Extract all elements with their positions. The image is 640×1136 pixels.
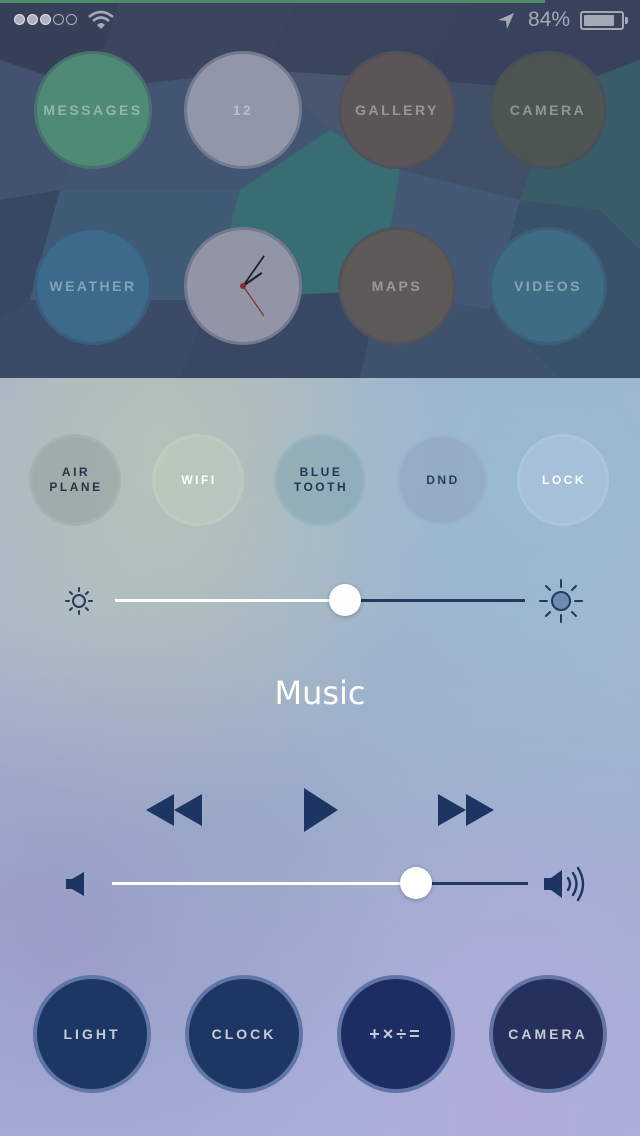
status-progress-line bbox=[0, 0, 545, 3]
app-videos[interactable]: VIDEOS bbox=[489, 227, 607, 345]
location-arrow-icon bbox=[498, 13, 514, 29]
app-label: GALLERY bbox=[355, 102, 439, 118]
calculator-button[interactable]: +×÷= bbox=[337, 975, 455, 1093]
do-not-disturb-toggle[interactable]: DND bbox=[396, 434, 488, 526]
volume-slider-thumb[interactable] bbox=[399, 867, 432, 899]
control-center: AIR PLANE WIFI BLUE TOOTH DND LOCK Music… bbox=[0, 378, 640, 1136]
app-messages[interactable]: MESSAGES bbox=[34, 51, 152, 169]
toggle-label: WIFI bbox=[181, 472, 217, 487]
volume-low-icon bbox=[66, 872, 84, 896]
shortcut-label: CAMERA bbox=[508, 1026, 588, 1042]
toggle-label: DND bbox=[426, 472, 460, 487]
camera-shortcut-button[interactable]: CAMERA bbox=[489, 975, 607, 1093]
status-bar: 84% bbox=[0, 0, 640, 40]
app-camera[interactable]: CAMERA bbox=[489, 51, 607, 169]
wifi-toggle[interactable]: WIFI bbox=[152, 434, 244, 526]
calendar-date: 12 bbox=[232, 102, 254, 118]
app-label: MAPS bbox=[371, 278, 423, 294]
shortcut-label: LIGHT bbox=[63, 1026, 121, 1042]
brightness-slider-thumb[interactable] bbox=[328, 584, 361, 616]
app-maps[interactable]: MAPS bbox=[338, 227, 456, 345]
toggle-label: AIR PLANE bbox=[49, 465, 103, 494]
rotation-lock-toggle[interactable]: LOCK bbox=[517, 434, 609, 526]
brightness-high-icon bbox=[539, 579, 583, 623]
toggle-label: BLUE TOOTH bbox=[293, 465, 349, 494]
toggle-label: LOCK bbox=[542, 472, 586, 487]
analog-clock-icon bbox=[240, 255, 265, 317]
wifi-icon bbox=[88, 10, 114, 29]
app-label: MESSAGES bbox=[43, 102, 143, 118]
airplane-mode-toggle[interactable]: AIR PLANE bbox=[29, 434, 121, 526]
signal-strength-icon bbox=[14, 14, 77, 25]
shortcut-label: CLOCK bbox=[211, 1026, 277, 1042]
flashlight-button[interactable]: LIGHT bbox=[33, 975, 151, 1093]
app-label: WEATHER bbox=[49, 278, 137, 294]
volume-slider[interactable] bbox=[112, 882, 528, 885]
app-calendar[interactable]: 12 bbox=[184, 51, 302, 169]
app-gallery[interactable]: GALLERY bbox=[338, 51, 456, 169]
rewind-button[interactable] bbox=[144, 790, 206, 830]
battery-percentage: 84% bbox=[528, 8, 571, 31]
battery-icon bbox=[580, 11, 628, 30]
brightness-low-icon bbox=[65, 587, 93, 615]
volume-high-icon bbox=[544, 866, 585, 902]
app-label: VIDEOS bbox=[514, 278, 582, 294]
play-button[interactable] bbox=[300, 786, 340, 834]
shortcut-label: +×÷= bbox=[369, 1023, 423, 1044]
brightness-slider[interactable] bbox=[115, 599, 525, 602]
home-screen: 84% MESSAGES 12 GALLERY CAMERA WEATHER M… bbox=[0, 0, 640, 378]
clock-shortcut-button[interactable]: CLOCK bbox=[185, 975, 303, 1093]
bluetooth-toggle[interactable]: BLUE TOOTH bbox=[274, 434, 366, 526]
app-clock[interactable] bbox=[184, 227, 302, 345]
music-title: Music bbox=[274, 674, 366, 712]
app-weather[interactable]: WEATHER bbox=[34, 227, 152, 345]
app-label: CAMERA bbox=[509, 102, 587, 118]
fast-forward-button[interactable] bbox=[434, 790, 496, 830]
